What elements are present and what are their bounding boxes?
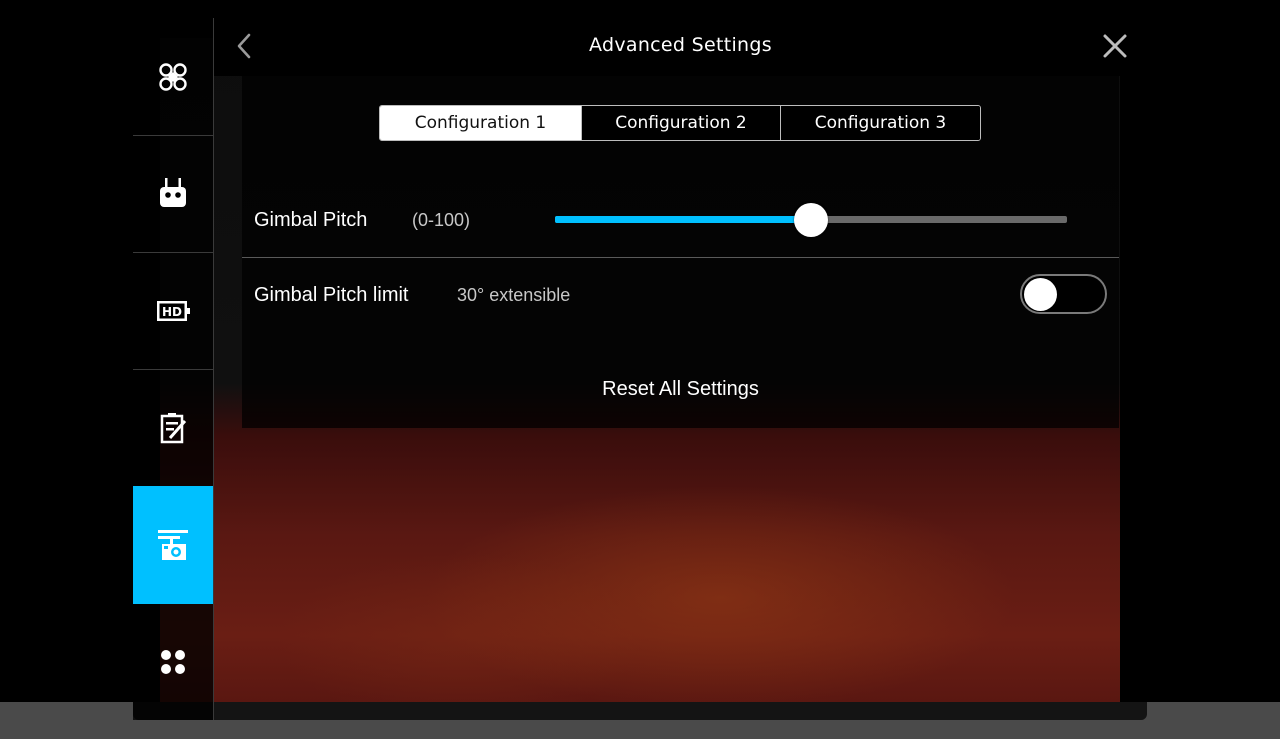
page-title: Advanced Settings xyxy=(589,34,772,56)
svg-text:HD: HD xyxy=(162,305,182,319)
gimbal-pitch-limit-toggle[interactable] xyxy=(1020,274,1107,314)
settings-content: Configuration 1 Configuration 2 Configur… xyxy=(242,76,1119,428)
hd-transmission-icon: HD xyxy=(157,300,190,321)
configuration-selector: Configuration 1 Configuration 2 Configur… xyxy=(379,105,981,141)
slider-thumb[interactable] xyxy=(794,203,828,237)
sidebar-item-hd-transmission[interactable]: HD xyxy=(133,252,213,370)
aircraft-icon xyxy=(159,62,187,91)
sidebar-item-gimbal[interactable] xyxy=(133,486,213,604)
panel-bottom-edge xyxy=(133,702,1147,720)
tab-configuration-2[interactable]: Configuration 2 xyxy=(581,106,781,140)
app-screen: HD Advanced Settings Configuration 1 Con… xyxy=(0,0,1280,739)
settings-header: Advanced Settings xyxy=(214,18,1147,76)
slider-fill xyxy=(555,216,811,223)
sidebar-item-checklist[interactable] xyxy=(133,369,213,487)
reset-all-settings-button[interactable]: Reset All Settings xyxy=(242,378,1119,401)
sidebar-item-aircraft[interactable] xyxy=(133,18,213,136)
close-button[interactable] xyxy=(1099,30,1131,62)
gimbal-pitch-label: Gimbal Pitch xyxy=(254,209,368,231)
toggle-knob xyxy=(1024,278,1057,311)
row-divider xyxy=(242,257,1119,258)
close-icon xyxy=(1103,34,1127,58)
more-grid-icon xyxy=(161,649,185,674)
tab-configuration-3[interactable]: Configuration 3 xyxy=(781,106,980,140)
settings-sidebar: HD xyxy=(133,18,214,720)
gimbal-pitch-slider[interactable] xyxy=(555,203,1067,237)
gimbal-pitch-range: (0-100) xyxy=(412,210,471,230)
remote-controller-icon xyxy=(160,177,186,207)
gimbal-camera-icon xyxy=(158,529,188,560)
tab-configuration-1[interactable]: Configuration 1 xyxy=(380,106,581,140)
gimbal-pitch-limit-label: Gimbal Pitch limit xyxy=(254,284,409,306)
sidebar-item-more[interactable] xyxy=(133,603,213,720)
sidebar-item-remote-controller[interactable] xyxy=(133,135,213,253)
checklist-icon xyxy=(160,412,187,443)
gimbal-pitch-limit-description: 30° extensible xyxy=(457,285,571,305)
